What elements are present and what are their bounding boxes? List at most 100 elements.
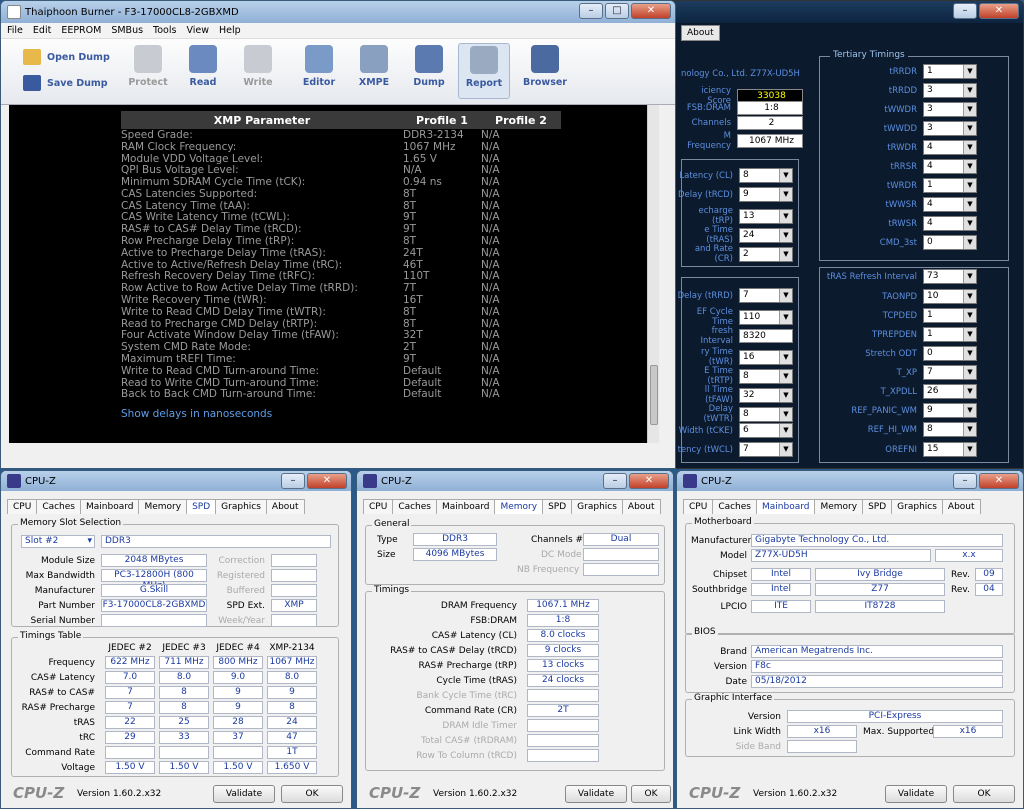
timing-select[interactable]: 0 ▼ — [923, 346, 977, 361]
timing-select[interactable]: 6 ▼ — [739, 423, 793, 438]
validate-button[interactable]: Validate — [565, 785, 627, 803]
tab-mainboard[interactable]: Mainboard — [80, 499, 140, 514]
save-dump-button[interactable]: Save Dump — [23, 75, 108, 91]
tab-about[interactable]: About — [265, 499, 305, 514]
timing-select[interactable]: 73 ▼ — [923, 269, 977, 284]
ok-button[interactable]: OK — [953, 785, 1015, 803]
timing-select[interactable]: 4 ▼ — [923, 159, 977, 174]
timing-select[interactable]: 4 ▼ — [923, 216, 977, 231]
tab-caches[interactable]: Caches — [392, 499, 437, 514]
timing-select[interactable]: 4 ▼ — [923, 140, 977, 155]
menu-view[interactable]: View — [186, 25, 209, 36]
window-title: CPU-Z — [701, 475, 732, 487]
timing-select[interactable]: 1 ▼ — [923, 178, 977, 193]
tab-cpu[interactable]: CPU — [363, 499, 394, 514]
tab-graphics[interactable]: Graphics — [215, 499, 267, 514]
timing-select[interactable]: 3 ▼ — [923, 83, 977, 98]
timing-select[interactable]: 110 ▼ — [739, 309, 793, 325]
minimize-button[interactable]: – — [953, 473, 977, 489]
spd-label: Serial Number — [30, 616, 95, 626]
close-button[interactable]: ✕ — [307, 473, 347, 489]
timing-select[interactable]: 8 ▼ — [739, 368, 793, 384]
timing-select[interactable]: 9 ▼ — [923, 403, 977, 418]
timing-select[interactable]: 15 ▼ — [923, 442, 977, 457]
validate-button[interactable]: Validate — [885, 785, 947, 803]
tab-about[interactable]: About — [681, 25, 720, 41]
protect-button[interactable]: Protect — [122, 43, 174, 99]
xmpe-button[interactable]: XMPE — [348, 43, 400, 99]
tab-memory[interactable]: Memory — [814, 499, 864, 514]
timing-select[interactable]: 7 ▼ — [923, 365, 977, 380]
timing-select[interactable]: 32 ▼ — [739, 387, 793, 403]
timing-select[interactable]: 0 ▼ — [923, 235, 977, 250]
tab-caches[interactable]: Caches — [712, 499, 757, 514]
tab-mainboard[interactable]: Mainboard — [436, 499, 496, 514]
menu-smbus[interactable]: SMBus — [111, 25, 143, 36]
tab-memory[interactable]: Memory — [494, 499, 544, 514]
ok-button[interactable]: OK — [631, 785, 671, 803]
read-button[interactable]: Read — [177, 43, 229, 99]
timing-select[interactable]: 13 ▼ — [739, 208, 793, 224]
timing-select[interactable]: 8 ▼ — [923, 422, 977, 437]
timings-cell — [105, 746, 155, 759]
xmp-row: Active to Precharge Delay Time (tRAS): 24… — [121, 247, 561, 259]
close-button[interactable]: ✕ — [631, 3, 671, 19]
menu-file[interactable]: File — [7, 25, 23, 36]
menu-tools[interactable]: Tools — [153, 25, 176, 36]
slot-select[interactable]: Slot #2 ▾ — [21, 535, 95, 548]
tab-caches[interactable]: Caches — [36, 499, 81, 514]
maximize-button[interactable]: □ — [605, 3, 629, 19]
tab-spd[interactable]: SPD — [186, 499, 217, 514]
minimize-button[interactable]: – — [281, 473, 305, 489]
timing-select[interactable]: 3 ▼ — [923, 121, 977, 136]
open-dump-button[interactable]: Open Dump — [23, 49, 110, 65]
dump-button[interactable]: Dump — [403, 43, 455, 99]
menu-edit[interactable]: Edit — [33, 25, 51, 36]
menu-help[interactable]: Help — [219, 25, 241, 36]
timing-select[interactable]: 26 ▼ — [923, 384, 977, 399]
minimize-button[interactable]: – — [603, 473, 627, 489]
timing-row: TPREPDEN 1 ▼ — [821, 327, 977, 342]
close-button[interactable]: ✕ — [629, 473, 669, 489]
mem-timing-label: CAS# Latency (CL) — [431, 631, 517, 641]
timing-select[interactable]: 7 ▼ — [739, 288, 793, 303]
report-button[interactable]: Report — [458, 43, 510, 99]
timing-select[interactable]: 8 ▼ — [739, 406, 793, 422]
nanoseconds-link[interactable]: Show delays in nanoseconds — [121, 408, 561, 420]
slot-value: Slot #2 — [25, 536, 59, 546]
tab-spd[interactable]: SPD — [542, 499, 573, 514]
timing-select[interactable]: 1 ▼ — [923, 64, 977, 79]
tab-about[interactable]: About — [941, 499, 981, 514]
tab-graphics[interactable]: Graphics — [891, 499, 943, 514]
timing-select[interactable]: 8 ▼ — [739, 168, 793, 183]
editor-button[interactable]: Editor — [293, 43, 345, 99]
minimize-button[interactable]: – — [953, 3, 977, 19]
menu-eeprom[interactable]: EEPROM — [61, 25, 101, 36]
close-button[interactable]: ✕ — [979, 3, 1019, 19]
timing-select[interactable]: 7 ▼ — [739, 442, 793, 457]
timing-select[interactable]: 16 ▼ — [739, 349, 793, 365]
timing-select[interactable]: 1 ▼ — [923, 308, 977, 323]
timing-select[interactable]: 4 ▼ — [923, 197, 977, 212]
write-button[interactable]: Write — [232, 43, 284, 99]
close-button[interactable]: ✕ — [979, 473, 1019, 489]
tab-cpu[interactable]: CPU — [683, 499, 714, 514]
minimize-button[interactable]: – — [579, 3, 603, 19]
timing-select[interactable]: 2 ▼ — [739, 246, 793, 262]
browser-button[interactable]: Browser — [519, 43, 571, 99]
scroll-thumb[interactable] — [650, 365, 658, 425]
tab-mainboard[interactable]: Mainboard — [756, 499, 816, 514]
timing-select[interactable]: 3 ▼ — [923, 102, 977, 117]
ok-button[interactable]: OK — [281, 785, 343, 803]
timing-select[interactable]: 9 ▼ — [739, 187, 793, 202]
tab-about[interactable]: About — [621, 499, 661, 514]
tab-cpu[interactable]: CPU — [7, 499, 38, 514]
validate-button[interactable]: Validate — [213, 785, 275, 803]
timing-select[interactable]: 24 ▼ — [739, 227, 793, 243]
timing-select[interactable]: 10 ▼ — [923, 289, 977, 304]
timing-select[interactable]: 1 ▼ — [923, 327, 977, 342]
tab-graphics[interactable]: Graphics — [571, 499, 623, 514]
scrollbar[interactable] — [647, 105, 659, 443]
tab-memory[interactable]: Memory — [138, 499, 188, 514]
tab-spd[interactable]: SPD — [862, 499, 893, 514]
